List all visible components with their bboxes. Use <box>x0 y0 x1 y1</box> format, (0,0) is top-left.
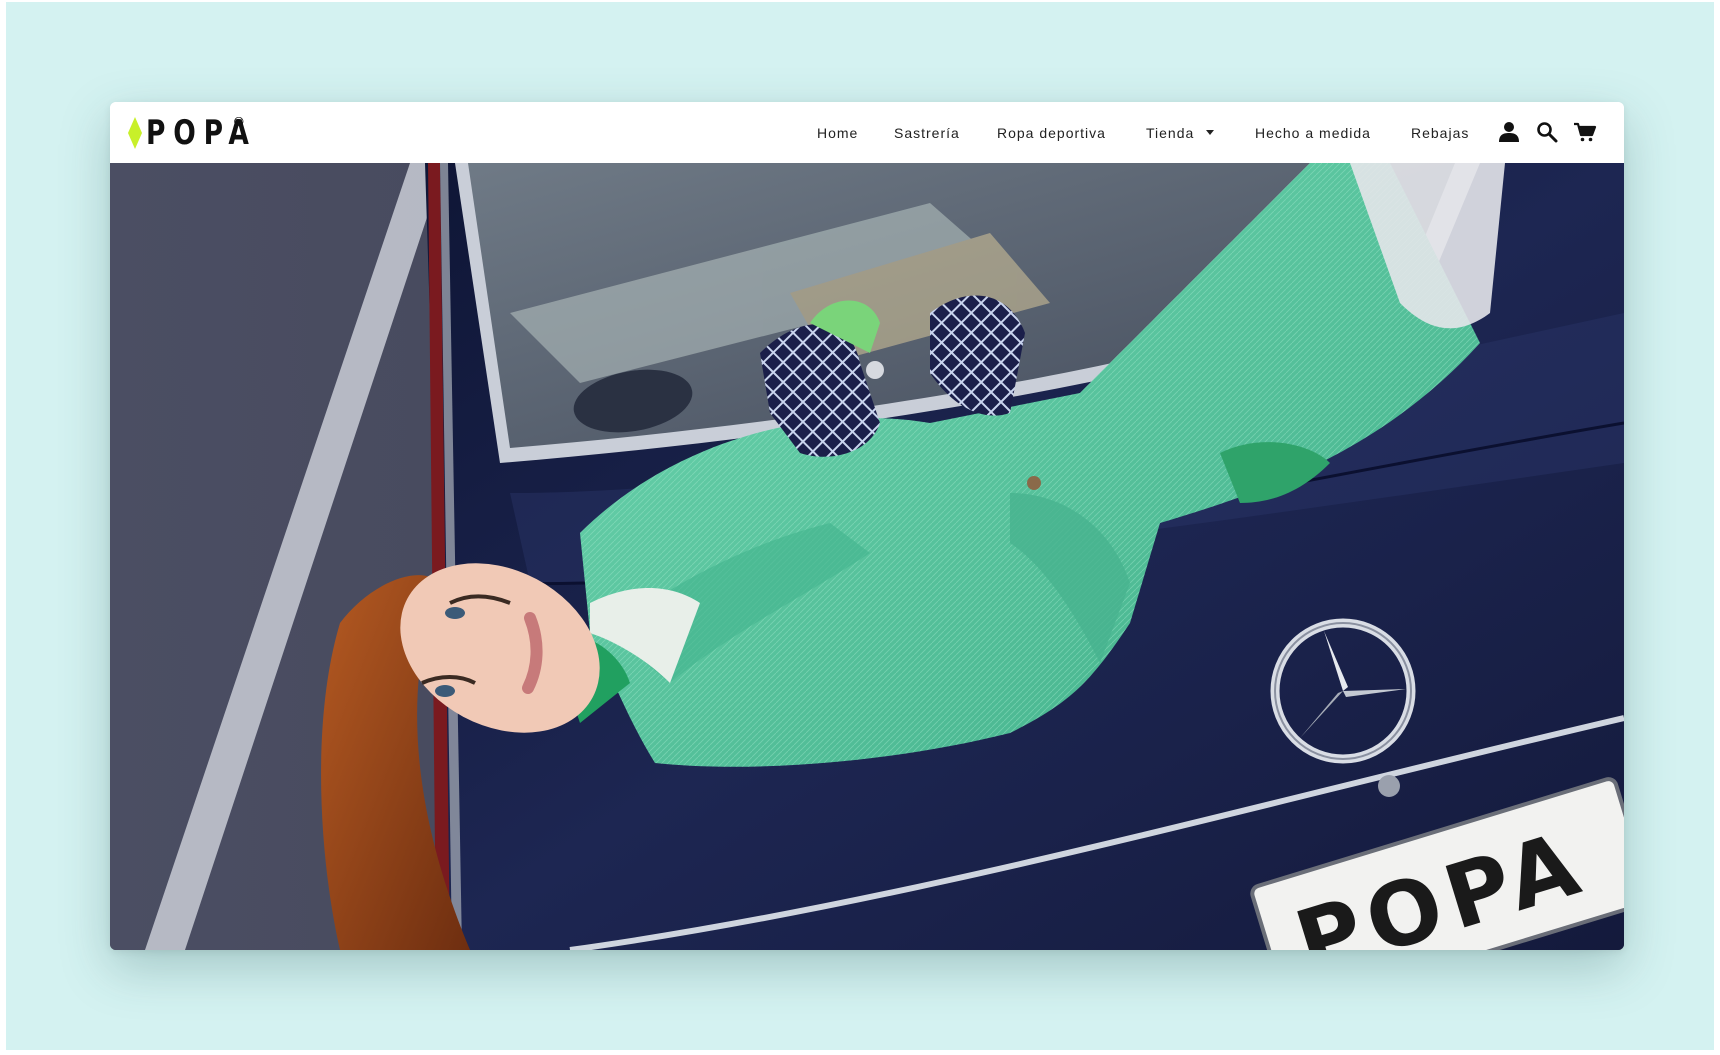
chevron-down-icon <box>1206 129 1215 135</box>
nav-item-hecho-a-medida[interactable]: Hecho a medida <box>1255 124 1371 142</box>
main-nav: Home Sastrería Ropa deportiva Tienda Hec… <box>110 102 1624 163</box>
page-background: POPA ® Home Sastrería Ropa deportiva Tie… <box>6 2 1714 1050</box>
nav-item-home[interactable]: Home <box>817 124 858 142</box>
nav-item-ropa-deportiva[interactable]: Ropa deportiva <box>997 124 1106 142</box>
cart-icon[interactable] <box>1573 120 1597 144</box>
browser-window: POPA ® Home Sastrería Ropa deportiva Tie… <box>110 102 1624 950</box>
nav-item-rebajas[interactable]: Rebajas <box>1411 124 1469 142</box>
account-icon[interactable] <box>1497 120 1521 144</box>
nav-item-sastreria[interactable]: Sastrería <box>894 124 960 142</box>
site-header: POPA ® Home Sastrería Ropa deportiva Tie… <box>110 102 1624 163</box>
nav-item-tienda[interactable]: Tienda <box>1146 124 1215 142</box>
hero-photo: POPA LE <box>110 163 1624 950</box>
nav-item-tienda-label: Tienda <box>1146 125 1195 141</box>
hero-banner[interactable]: POPA LE <box>110 163 1624 950</box>
search-icon[interactable] <box>1535 120 1559 144</box>
